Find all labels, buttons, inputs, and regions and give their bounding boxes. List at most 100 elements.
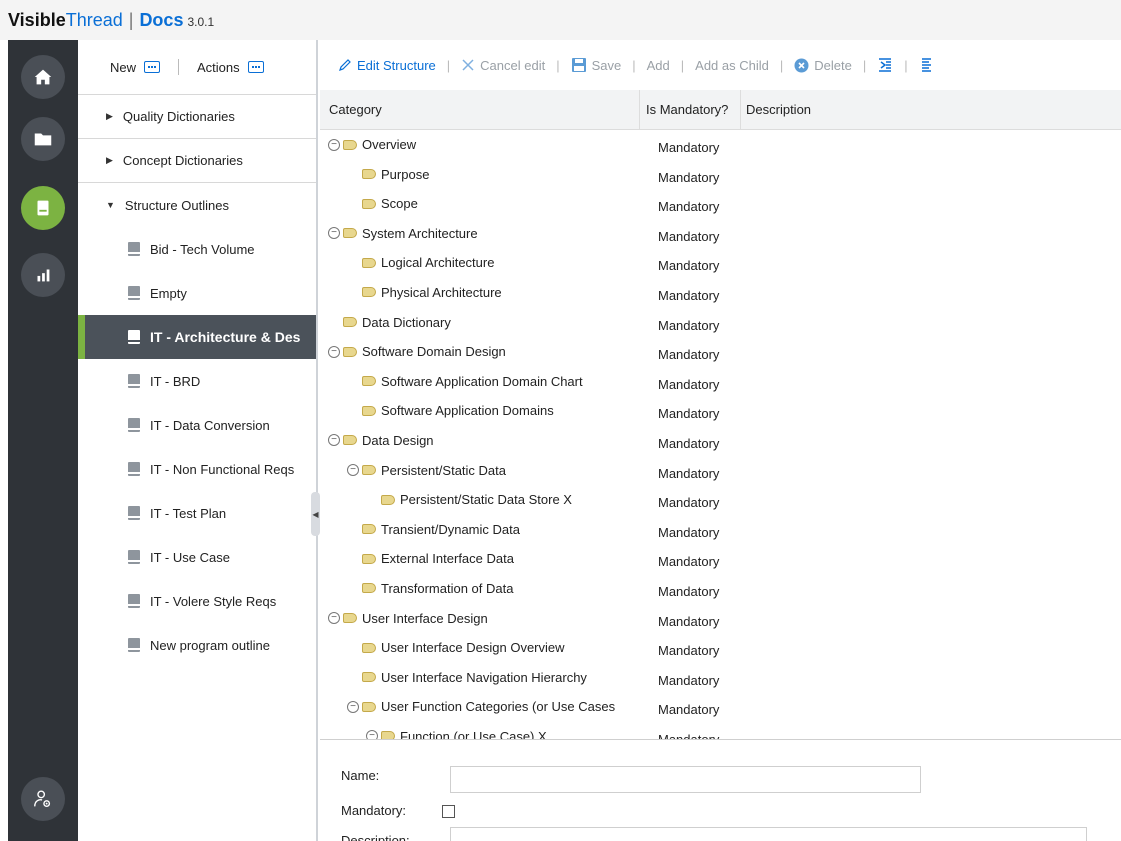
category-label: Persistent/Static Data Store X — [400, 492, 572, 508]
tree-row[interactable]: Data Dictionary Mandatory — [320, 309, 1121, 339]
delete-button[interactable]: Delete — [794, 58, 852, 73]
outline-item[interactable]: IT - Architecture & Des — [78, 315, 316, 359]
new-menu-button[interactable]: New — [110, 60, 161, 75]
description-input[interactable] — [450, 827, 1087, 841]
collapse-icon[interactable]: − — [347, 700, 359, 713]
tree-row[interactable]: − Persistent/Static Data Mandatory — [320, 457, 1121, 487]
collapse-icon[interactable]: − — [366, 730, 378, 739]
collapse-icon[interactable]: − — [328, 612, 340, 624]
tree-row[interactable]: − System Architecture Mandatory — [320, 220, 1121, 250]
panel-collapse-handle[interactable]: ◀ — [311, 492, 320, 536]
outline-item[interactable]: IT - Data Conversion — [78, 403, 316, 447]
brand-thread: Thread — [65, 10, 123, 30]
tag-icon — [362, 169, 376, 180]
column-header-mandatory[interactable]: Is Mandatory? — [646, 102, 728, 117]
pencil-icon — [339, 59, 351, 71]
outline-item-label: IT - Non Functional Reqs — [150, 461, 295, 477]
group-structure-outlines[interactable]: ▼ Structure Outlines — [78, 183, 316, 227]
user-settings-icon — [34, 790, 51, 808]
folder-button[interactable] — [21, 117, 65, 161]
tree-row[interactable]: − User Function Categories (or Use Cases M… — [320, 693, 1121, 723]
reports-button[interactable] — [21, 253, 65, 297]
tree-row[interactable]: Scope Mandatory — [320, 190, 1121, 220]
document-icon — [37, 200, 49, 216]
home-button[interactable] — [21, 55, 65, 99]
tree-row[interactable]: Purpose Mandatory — [320, 161, 1121, 191]
mandatory-checkbox[interactable] — [442, 805, 455, 818]
structure-tree-grid: − Overview Mandatory Purpose Mandatory Scope M… — [320, 131, 1121, 739]
category-label: Overview — [362, 137, 417, 152]
group-label: Concept Dictionaries — [122, 153, 243, 168]
collapse-icon[interactable]: − — [347, 464, 359, 477]
category-label: User Function Categories (or Use Cases — [381, 699, 616, 715]
outline-item-label: Bid - Tech Volume — [150, 241, 255, 257]
category-label: System Architecture — [362, 225, 478, 241]
collapse-icon[interactable]: − — [328, 138, 340, 151]
brand: VisibleThread | Docs 3.0.1 — [8, 10, 214, 31]
collapse-icon[interactable]: − — [328, 345, 340, 358]
group-concept-dictionaries[interactable]: ▶ Concept Dictionaries — [78, 139, 316, 183]
tree-row[interactable]: − User Interface Design Mandatory — [320, 605, 1121, 635]
tree-row[interactable]: User Interface Design Overview Mandatory — [320, 634, 1121, 664]
add-as-child-button[interactable]: Add as Child — [695, 58, 769, 73]
outline-item[interactable]: Empty — [78, 271, 316, 315]
mandatory-cell: Mandatory — [658, 376, 720, 392]
mandatory-cell: Mandatory — [658, 228, 720, 244]
tree-row[interactable]: External Interface Data Mandatory — [320, 545, 1121, 575]
close-icon — [462, 59, 474, 71]
outline-item[interactable]: IT - Non Functional Reqs — [78, 447, 316, 491]
category-label: Function (or Use Case) X — [400, 728, 547, 739]
document-icon — [128, 242, 140, 256]
edit-structure-button[interactable]: Edit Structure — [338, 58, 436, 73]
tree-row[interactable]: − Function (or Use Case) X Mandatory — [320, 723, 1121, 739]
column-header-description[interactable]: Description — [746, 102, 811, 117]
tree-row[interactable]: Persistent/Static Data Store X Mandatory — [320, 486, 1121, 516]
category-cell: − System Architecture — [328, 226, 478, 241]
tag-icon — [362, 376, 376, 387]
add-button[interactable]: Add — [647, 58, 670, 73]
tree-row[interactable]: Physical Architecture Mandatory — [320, 279, 1121, 309]
actions-menu-button[interactable]: Actions — [197, 60, 264, 75]
version: 3.0.1 — [187, 15, 215, 29]
caret-down-icon: ▼ — [106, 200, 115, 210]
outline-item[interactable]: IT - Volere Style Reqs — [78, 579, 316, 623]
name-input[interactable] — [450, 766, 921, 793]
collapse-all-button[interactable] — [877, 57, 893, 73]
mandatory-cell: Mandatory — [658, 702, 720, 718]
app-header: VisibleThread | Docs 3.0.1 — [0, 0, 1121, 40]
tree-row[interactable]: Transformation of Data Mandatory — [320, 575, 1121, 605]
tree-row[interactable]: Software Application Domains Mandatory — [320, 397, 1121, 427]
column-header-category[interactable]: Category — [329, 102, 382, 117]
tree-row[interactable]: User Interface Navigation Hierarchy Manda… — [320, 664, 1121, 694]
tree-row[interactable]: Transient/Dynamic Data Mandatory — [320, 516, 1121, 546]
left-rail — [8, 40, 78, 841]
expand-all-button[interactable] — [919, 57, 935, 73]
name-label: Name: — [341, 768, 380, 783]
tree-row[interactable]: − Data Design Mandatory — [320, 427, 1121, 457]
outline-item[interactable]: IT - BRD — [78, 359, 316, 403]
mandatory-cell: Mandatory — [658, 169, 720, 185]
category-label: Transformation of Data — [381, 580, 514, 596]
outline-item[interactable]: IT - Test Plan — [78, 491, 316, 535]
outline-item-label: IT - Use Case — [150, 549, 230, 565]
category-label: Software Application Domains — [381, 403, 554, 419]
save-button[interactable]: Save — [571, 57, 621, 73]
tag-icon — [362, 257, 376, 268]
tree-row[interactable]: − Software Domain Design Mandatory — [320, 338, 1121, 368]
collapse-icon[interactable]: − — [328, 227, 340, 240]
cancel-edit-button[interactable]: Cancel edit — [461, 58, 545, 73]
outline-item[interactable]: IT - Use Case — [78, 535, 316, 579]
outline-item[interactable]: Bid - Tech Volume — [78, 227, 316, 271]
structures-button[interactable] — [21, 186, 65, 230]
collapse-icon[interactable]: − — [328, 434, 340, 447]
tree-row[interactable]: Logical Architecture Mandatory — [320, 249, 1121, 279]
category-label: Software Domain Design — [362, 344, 506, 360]
user-settings-button[interactable] — [21, 777, 65, 821]
brand-separator: | — [128, 10, 134, 30]
mandatory-cell: Mandatory — [658, 465, 720, 481]
mandatory-cell: Mandatory — [658, 495, 720, 511]
tree-row[interactable]: Software Application Domain Chart Mandato… — [320, 368, 1121, 398]
group-quality-dictionaries[interactable]: ▶ Quality Dictionaries — [78, 95, 316, 139]
tree-row[interactable]: − Overview Mandatory — [320, 131, 1121, 161]
outline-item[interactable]: New program outline — [78, 623, 316, 667]
